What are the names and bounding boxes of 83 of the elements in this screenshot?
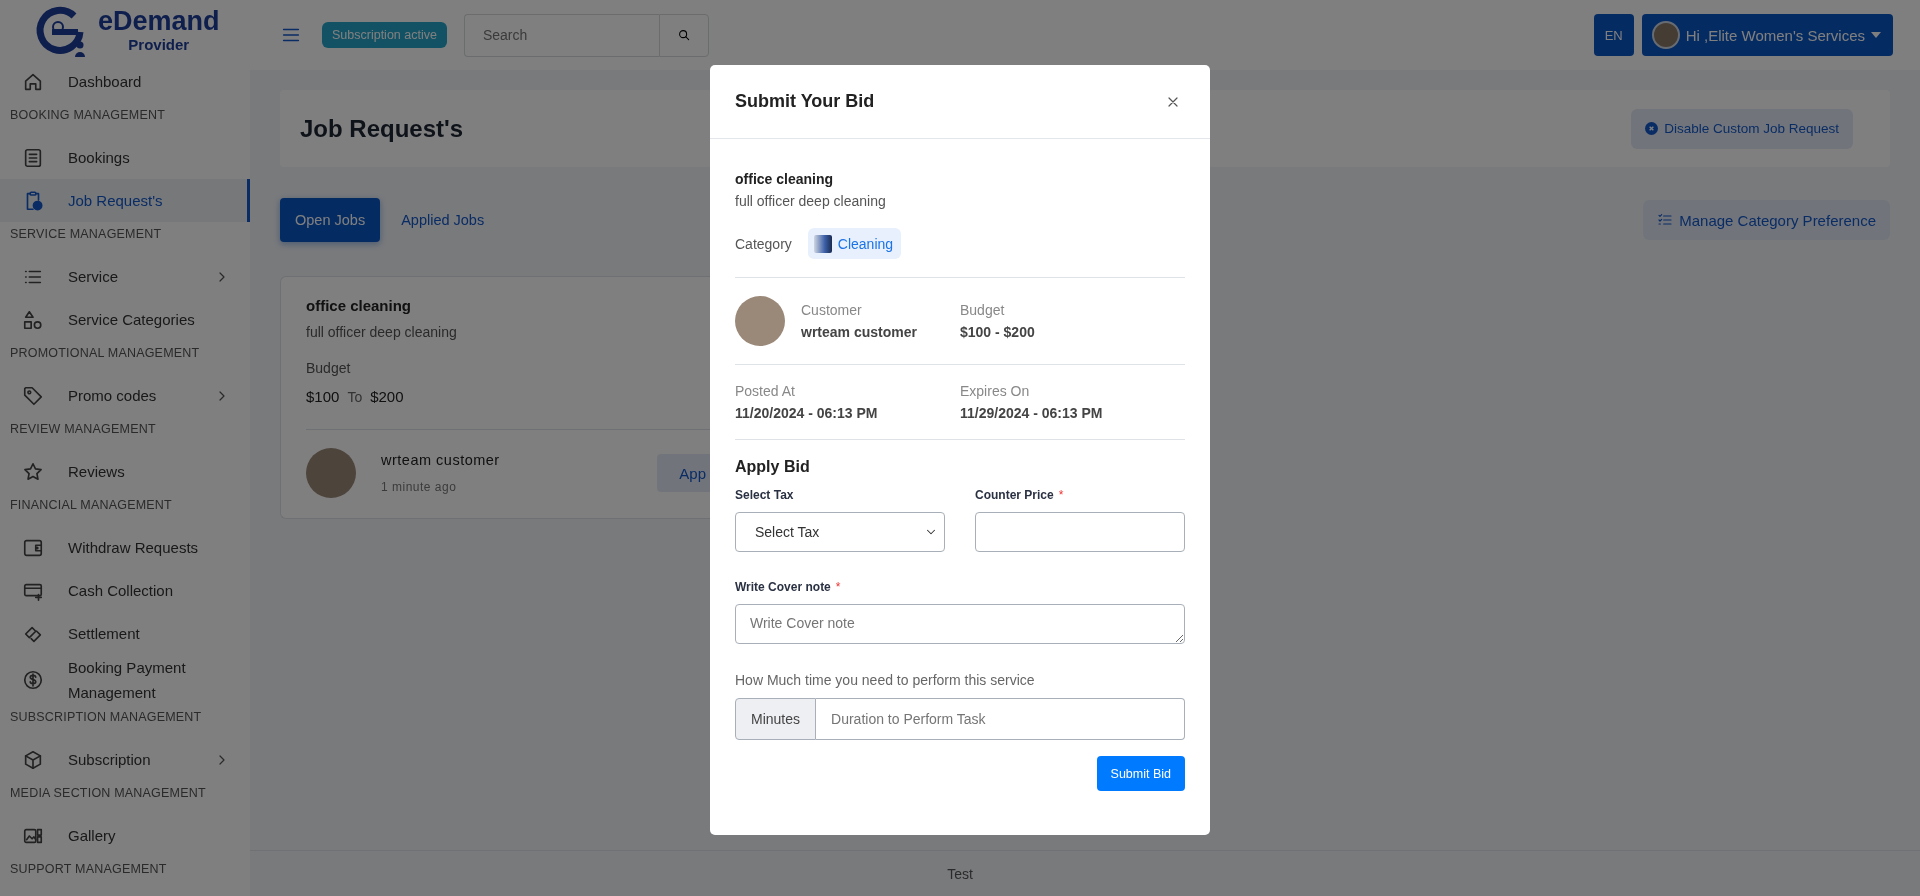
job-title: office cleaning [306, 297, 413, 314]
sidebar-item[interactable]: Booking Payment Management [0, 655, 250, 705]
budget-label: Budget [306, 360, 352, 376]
dollar-circle-icon [22, 669, 44, 691]
job-description: full officer deep cleaning [735, 193, 887, 209]
section-heading: MEDIA SECTION MANAGEMENT [9, 785, 207, 802]
job-title: office cleaning [735, 171, 835, 187]
section-heading: BOOKING MANAGEMENT [9, 107, 166, 124]
brand-name: eDemand [98, 8, 220, 35]
sidebar-item[interactable]: Subscription [0, 738, 250, 781]
dialog-title: Submit Your Bid [735, 91, 875, 112]
budget-value: $100 - $200 [960, 324, 1036, 340]
category-image-placeholder [813, 234, 832, 253]
field-label: Counter Price [975, 488, 1054, 502]
close-circle-icon [1645, 122, 1659, 135]
apply-button[interactable]: App [657, 454, 710, 492]
category-label: Category [735, 235, 792, 252]
submit-bid-button[interactable]: Submit Bid [1096, 756, 1185, 791]
budget-max: $200 [370, 388, 404, 405]
status-badge: Subscription active [322, 22, 447, 48]
required-mark: * [835, 580, 841, 594]
search-field[interactable]: Search [463, 13, 659, 57]
posted-time: 1 minute ago [381, 480, 458, 494]
customer-name: wrteam customer [801, 324, 917, 340]
sidebar-item[interactable]: Service Categories [0, 298, 250, 341]
section-heading: PROMOTIONAL MANAGEMENT [9, 345, 201, 362]
counter-price-input[interactable] [975, 512, 1185, 552]
budget-label: Budget [960, 302, 1006, 318]
avatar-icon [1651, 21, 1680, 49]
search-button[interactable] [658, 13, 709, 57]
customer-label: Customer [801, 302, 863, 318]
sidebar-item[interactable]: Dashboard [0, 60, 250, 103]
expiry-date: 11/29/2024 - 06:13 PM [960, 405, 1104, 421]
section-heading: FINANCIAL MANAGEMENT [9, 497, 173, 514]
expires-label: Expires On [960, 383, 1031, 399]
budget-min: $100 [306, 388, 340, 405]
section-heading: SUBSCRIPTION MANAGEMENT [9, 709, 203, 726]
section-title: Apply Bid [735, 458, 811, 476]
section-heading: REVIEW MANAGEMENT [9, 421, 157, 438]
tab[interactable]: Open Jobs [280, 198, 381, 242]
field-label: Write Cover note [735, 580, 831, 594]
required-mark: * [1058, 488, 1064, 502]
section-heading: SERVICE MANAGEMENT [9, 226, 163, 243]
section-heading: SUPPORT MANAGEMENT [9, 861, 168, 878]
field-label: Select Tax [735, 488, 794, 502]
tax-select[interactable]: Select Tax [735, 512, 945, 552]
sidebar-item[interactable]: Bookings [0, 136, 250, 179]
user-menu-button[interactable]: Hi ,Elite Women's Services [1641, 14, 1893, 56]
star-icon [22, 460, 44, 483]
job-description: full officer deep cleaning [306, 324, 458, 340]
posted-date: 11/20/2024 - 06:13 PM [735, 405, 879, 421]
disable-request-button[interactable]: Disable Custom Job Request [1631, 108, 1853, 149]
tag-icon [22, 384, 44, 407]
sidebar-item[interactable]: Reviews [0, 450, 250, 493]
list-icon [22, 146, 44, 169]
posted-label: Posted At [735, 383, 796, 399]
sidebar-item[interactable]: Job Request's [0, 179, 250, 222]
customer-photo-placeholder [735, 296, 785, 346]
sidebar-item[interactable]: Promo codes [0, 374, 250, 417]
manage-preference-button[interactable]: Manage Category Preference [1643, 200, 1890, 240]
tab[interactable]: Applied Jobs [386, 198, 500, 242]
shapes-icon [22, 308, 44, 331]
page-title: Job Request's [300, 114, 464, 143]
duration-input[interactable]: Duration to Perform Task [816, 698, 1185, 740]
cover-note-input[interactable]: Write Cover note [735, 604, 1185, 644]
search-icon [676, 28, 691, 42]
duration-hint: How Much time you need to perform this service [735, 672, 1036, 688]
sidebar-item[interactable]: Withdraw Requests [0, 526, 250, 569]
language-button[interactable]: EN [1593, 14, 1634, 56]
sidebar-item[interactable]: Gallery [0, 814, 250, 857]
footer-text: Test [250, 850, 1920, 896]
sidebar-item[interactable]: Settlement [0, 612, 250, 655]
caret-icon [1871, 32, 1881, 38]
box-icon [22, 748, 44, 771]
unit-label: Minutes [735, 698, 817, 740]
sidebar-item[interactable]: Service [0, 255, 250, 298]
checklist-icon [1657, 212, 1674, 228]
brand-subtitle: Provider [128, 37, 190, 52]
budget-separator: To [347, 389, 363, 405]
sidebar-item[interactable]: Cash Collection [0, 569, 250, 612]
customer-name: wrteam customer [381, 452, 501, 468]
customer-photo-placeholder [306, 448, 356, 498]
category-tag: Cleaning [807, 228, 902, 259]
